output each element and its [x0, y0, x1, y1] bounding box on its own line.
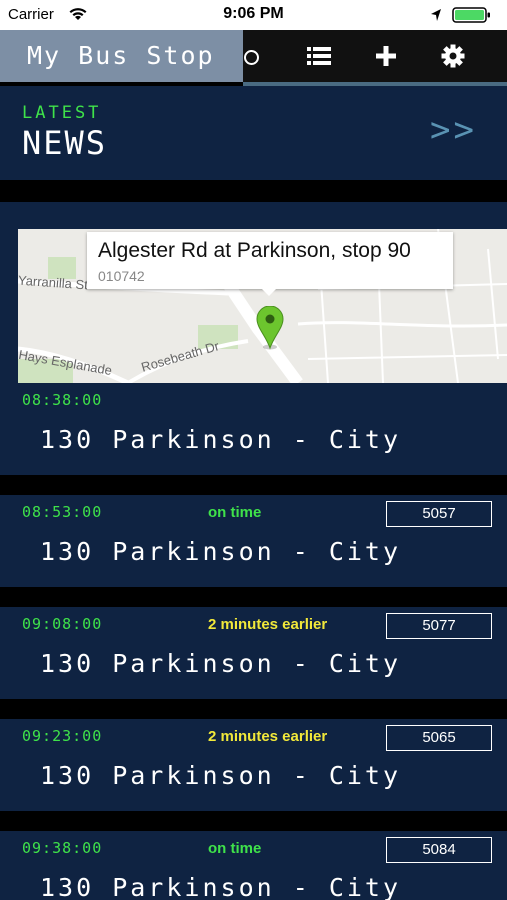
bus-number-badge: 5065	[386, 725, 492, 751]
list-button[interactable]	[304, 41, 334, 71]
add-button[interactable]	[371, 41, 401, 71]
departure-row[interactable]: 08:53:00 on time 5057 130 Parkinson - Ci…	[0, 495, 507, 587]
news-heading: NEWS	[22, 124, 108, 162]
route-name: 130 Parkinson - City	[40, 425, 402, 454]
bus-number-badge: 5084	[386, 837, 492, 863]
app-title: My Bus Stop	[0, 30, 243, 82]
departure-time: 09:23:00	[22, 727, 103, 745]
latest-news-banner[interactable]: LATEST NEWS >>	[0, 86, 507, 180]
status-text: on time	[208, 840, 262, 857]
stop-name: Algester Rd at Parkinson, stop 90	[98, 239, 411, 262]
route-name: 130 Parkinson - City	[40, 873, 402, 900]
status-bar: Carrier 9:06 PM	[0, 0, 507, 30]
departure-row[interactable]: 09:38:00 on time 5084 130 Parkinson - Ci…	[0, 831, 507, 900]
status-text: on time	[208, 504, 262, 521]
stop-callout[interactable]: Algester Rd at Parkinson, stop 90 010742	[87, 232, 453, 289]
status-text: 2 minutes earlier	[208, 616, 328, 633]
departure-row[interactable]: 08:38:00 130 Parkinson - City	[0, 383, 507, 475]
bus-number-badge: 5077	[386, 613, 492, 639]
news-arrow-icon[interactable]: >>	[430, 110, 477, 150]
departure-row[interactable]: 09:23:00 2 minutes earlier 5065 130 Park…	[0, 719, 507, 811]
battery-icon	[452, 7, 492, 23]
nav-bar: My Bus Stop	[0, 30, 507, 82]
location-arrow-icon	[430, 8, 442, 22]
route-name: 130 Parkinson - City	[40, 649, 402, 678]
departure-time: 08:53:00	[22, 503, 103, 521]
departure-time: 09:38:00	[22, 839, 103, 857]
list-icon	[307, 47, 331, 65]
callout-tail	[260, 287, 278, 296]
status-text: 2 minutes earlier	[208, 728, 328, 745]
route-name: 130 Parkinson - City	[40, 537, 402, 566]
plus-icon	[376, 46, 396, 66]
departure-time: 09:08:00	[22, 615, 103, 633]
news-kicker: LATEST	[22, 103, 102, 123]
settings-button[interactable]	[438, 41, 468, 71]
departure-time: 08:38:00	[22, 391, 103, 409]
route-name: 130 Parkinson - City	[40, 761, 402, 790]
bus-number-badge: 5057	[386, 501, 492, 527]
departure-row[interactable]: 09:08:00 2 minutes earlier 5077 130 Park…	[0, 607, 507, 699]
circle-indicator-icon	[244, 50, 259, 65]
stop-id: 010742	[98, 268, 145, 284]
map-pin-icon[interactable]	[256, 305, 284, 350]
gear-icon	[441, 44, 465, 68]
